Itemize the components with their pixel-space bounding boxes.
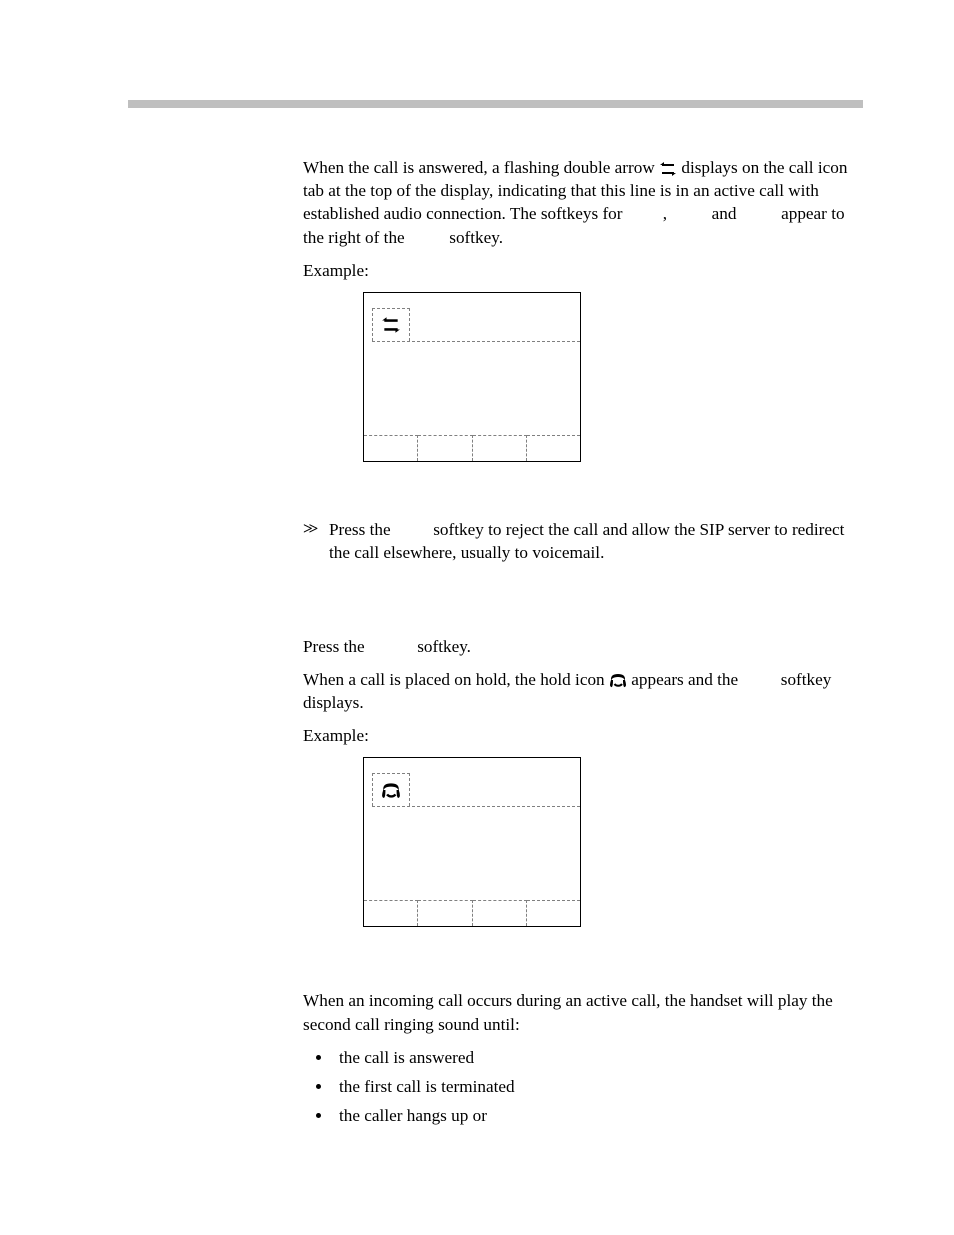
hold-icon [609,672,627,688]
example-label: Example: [303,259,863,282]
line-tab [372,773,410,806]
double-arrow-icon [381,317,401,333]
softkey-2 [418,900,472,926]
softkey-1 [364,435,418,461]
text: Press the [329,520,395,539]
procedure-step: >> Press the softkey to reject the call … [303,518,863,564]
double-arrow-icon [659,162,677,176]
paragraph: When the call is answered, a flashing do… [303,156,863,249]
text: Press the [303,637,369,656]
step-body: Press the softkey to reject the call and… [329,518,863,564]
step-glyph-icon: >> [303,518,321,564]
softkey-3 [473,435,527,461]
example-label: Example: [303,724,863,747]
document-page: When the call is answered, a flashing do… [0,0,954,1235]
softkey-4 [527,435,580,461]
softkey-row [364,435,580,461]
tab-bar [372,773,580,807]
tab-bar [372,308,580,342]
page-content: When the call is answered, a flashing do… [303,156,863,1134]
line-tab [372,308,410,341]
text: appears and the [631,670,742,689]
softkey-3 [473,900,527,926]
text: , [663,204,667,223]
text: When the call is answered, a flashing do… [303,158,659,177]
paragraph: When a call is placed on hold, the hold … [303,668,863,714]
list-item: the call is answered [333,1046,863,1069]
phone-screen-hold [363,757,581,927]
text: and [712,204,741,223]
text: softkey to reject the call and allow the… [329,520,844,562]
text: softkey. [417,637,471,656]
list-item: the first call is terminated [333,1075,863,1098]
softkey-2 [418,435,472,461]
softkey-row [364,900,580,926]
paragraph: When an incoming call occurs during an a… [303,989,863,1035]
paragraph: Press the softkey. [303,635,863,658]
text: softkey. [449,228,503,247]
header-rule [128,100,863,108]
text: When a call is placed on hold, the hold … [303,670,609,689]
softkey-4 [527,900,580,926]
bullet-list: the call is answered the first call is t… [303,1046,863,1128]
phone-screen-active-call [363,292,581,462]
softkey-1 [364,900,418,926]
list-item: the caller hangs up or [333,1104,863,1127]
hold-icon [381,781,401,799]
